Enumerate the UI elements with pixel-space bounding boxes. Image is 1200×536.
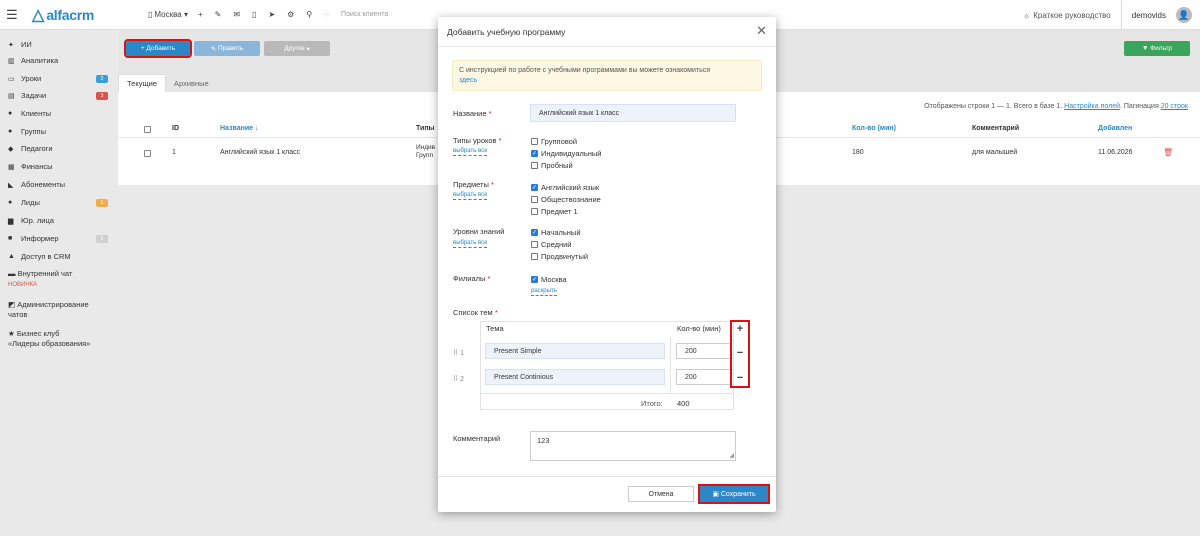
info-box: С инструкцией по работе с учебными прогр…	[452, 60, 762, 91]
total-divider	[481, 393, 733, 394]
checkbox[interactable]	[531, 138, 538, 145]
remove-row-1-icon[interactable]: −	[732, 347, 748, 359]
lesson-type-group[interactable]: Групповой	[531, 137, 577, 146]
levels-select-all[interactable]: выбрать все	[453, 239, 488, 248]
expand-link[interactable]: раскрыть	[531, 287, 557, 296]
comment-textarea[interactable]: 123 ◢	[530, 431, 736, 461]
checkbox[interactable]	[531, 196, 538, 203]
topic-row-1-handle[interactable]: ⠿ 1	[453, 349, 464, 357]
close-icon[interactable]: ✕	[756, 23, 767, 39]
checkbox-checked[interactable]: ✓	[531, 150, 538, 157]
modal-footer-divider	[438, 476, 776, 477]
subject-social[interactable]: Обществознание	[531, 195, 601, 204]
checkbox-checked[interactable]: ✓	[531, 276, 538, 283]
name-label: Название *	[453, 109, 492, 118]
resize-grip-icon[interactable]: ◢	[729, 452, 734, 459]
save-icon: ▣	[712, 491, 721, 498]
level-advanced[interactable]: Продвинутый	[531, 252, 588, 261]
save-button[interactable]: ▣ Сохранить	[698, 484, 770, 504]
name-input[interactable]: Английский язык 1 класс	[530, 104, 736, 122]
checkbox[interactable]	[531, 208, 538, 215]
subject-english[interactable]: ✓ Английский язык	[531, 183, 599, 192]
instructions-link[interactable]: здесь	[459, 77, 477, 84]
add-row-icon[interactable]: +	[732, 323, 748, 335]
subjects-select-all[interactable]: выбрать все	[453, 191, 488, 200]
add-program-modal: Добавить учебную программу ✕ С инструкци…	[438, 17, 776, 512]
lesson-types-label: Типы уроков *	[453, 136, 502, 145]
subject-1[interactable]: Предмет 1	[531, 207, 578, 216]
duration-column-header: Кол-во (мин)	[677, 324, 721, 333]
topic-1-input[interactable]: Present Simple	[485, 343, 665, 359]
cancel-button[interactable]: Отмена	[628, 486, 694, 502]
topics-table: Тема Кол-во (мин) Итого: 400	[480, 321, 734, 410]
lesson-type-individual[interactable]: ✓ Индивидуальный	[531, 149, 602, 158]
lesson-type-trial[interactable]: Пробный	[531, 161, 573, 170]
branch-moscow[interactable]: ✓ Москва	[531, 275, 567, 284]
level-intermediate[interactable]: Средний	[531, 240, 572, 249]
checkbox-checked[interactable]: ✓	[531, 184, 538, 191]
levels-label: Уровни знаний	[453, 227, 505, 236]
checkbox[interactable]	[531, 241, 538, 248]
topic-row-2-handle[interactable]: ⠿ 2	[453, 375, 464, 383]
checkbox[interactable]	[531, 162, 538, 169]
topic-1-duration[interactable]: 200	[676, 343, 732, 359]
comment-label: Комментарий	[453, 434, 501, 443]
subjects-label: Предметы *	[453, 180, 494, 189]
lesson-types-select-all[interactable]: выбрать все	[453, 147, 488, 156]
modal-title: Добавить учебную программу	[447, 27, 566, 37]
total-value: 400	[677, 399, 690, 408]
column-divider	[670, 337, 671, 393]
checkbox-checked[interactable]: ✓	[531, 229, 538, 236]
topic-2-input[interactable]: Present Continious	[485, 369, 665, 385]
remove-row-2-icon[interactable]: −	[732, 372, 748, 384]
checkbox[interactable]	[531, 253, 538, 260]
branches-label: Филиалы *	[453, 274, 491, 283]
row-controls: + − −	[730, 320, 750, 388]
topics-label: Список тем *	[453, 308, 498, 317]
topic-column-header: Тема	[486, 324, 504, 333]
level-beginner[interactable]: ✓ Начальный	[531, 228, 581, 237]
modal-header: Добавить учебную программу ✕	[438, 17, 776, 47]
topic-2-duration[interactable]: 200	[676, 369, 732, 385]
total-label: Итого:	[641, 399, 663, 408]
